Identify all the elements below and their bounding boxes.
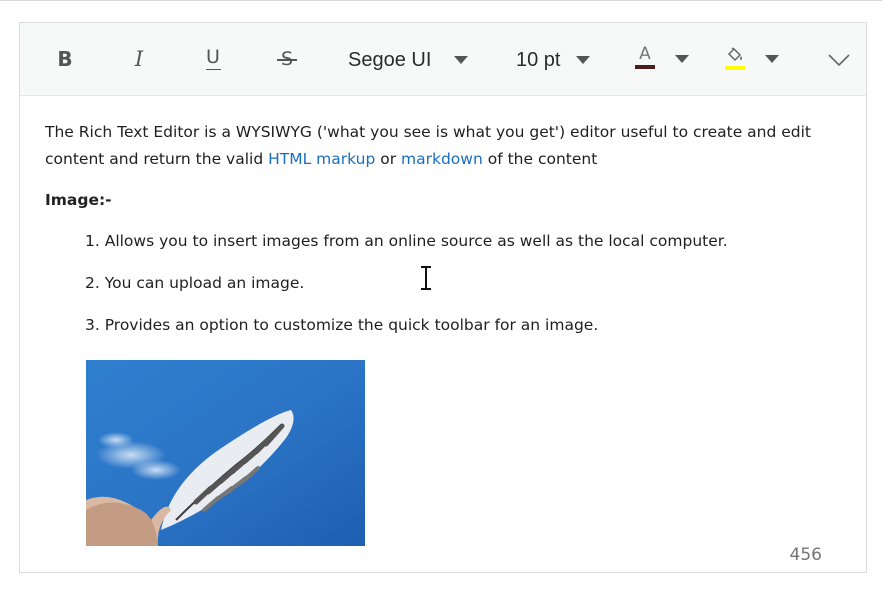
intro-text-2: or	[375, 150, 402, 168]
background-color-dropdown-button[interactable]	[760, 49, 784, 69]
intro-text-3: of the content	[482, 150, 598, 168]
text-cursor-icon	[421, 266, 431, 290]
font-color-caret-icon	[675, 55, 689, 63]
toolbar-expand-button[interactable]	[822, 45, 856, 75]
font-name-caret-icon	[454, 56, 469, 64]
bold-button[interactable]: B	[50, 43, 80, 75]
background-color-swatch	[725, 66, 745, 70]
feather-image[interactable]	[86, 360, 365, 546]
font-size-caret-icon	[576, 56, 591, 64]
underline-button[interactable]: U	[198, 41, 228, 75]
markdown-link[interactable]: markdown	[401, 150, 483, 168]
strike-line	[277, 59, 297, 61]
character-count: 456	[789, 545, 822, 565]
font-color-swatch	[635, 65, 655, 69]
font-size-value: 10 pt	[516, 48, 561, 71]
intro-paragraph: The Rich Text Editor is a WYSIWYG ('what…	[45, 119, 845, 173]
rich-text-editor[interactable]: B I U S Segoe UI 10 pt A The Rich Text E…	[19, 22, 867, 573]
italic-button[interactable]: I	[124, 43, 154, 75]
html-markup-link[interactable]: HTML markup	[268, 150, 375, 168]
feather-picture	[86, 360, 365, 546]
window-top-border	[0, 0, 882, 1]
underline-icon: U	[206, 45, 220, 68]
bold-icon: B	[57, 47, 73, 71]
strikethrough-button[interactable]: S	[272, 43, 302, 75]
list-item: 3. Provides an option to customize the q…	[85, 316, 599, 334]
italic-icon: I	[134, 47, 144, 71]
image-heading: Image:-	[45, 191, 112, 209]
paint-bucket-icon	[727, 47, 742, 62]
font-name-value: Segoe UI	[348, 48, 432, 71]
font-size-dropdown[interactable]: 10 pt	[510, 43, 605, 77]
background-color-caret-icon	[765, 55, 779, 63]
underline-bar	[205, 68, 221, 71]
chevron-down-icon	[828, 54, 850, 67]
background-color-button[interactable]	[720, 41, 750, 75]
list-item: 2. You can upload an image.	[85, 274, 305, 292]
editor-toolbar: B I U S Segoe UI 10 pt A	[20, 23, 866, 96]
font-name-dropdown[interactable]: Segoe UI	[340, 43, 480, 77]
editor-content[interactable]: The Rich Text Editor is a WYSIWYG ('what…	[45, 119, 845, 173]
font-color-dropdown-button[interactable]	[670, 49, 694, 69]
font-color-button[interactable]: A	[630, 39, 660, 75]
font-color-icon: A	[639, 44, 651, 64]
list-item: 1. Allows you to insert images from an o…	[85, 232, 728, 250]
